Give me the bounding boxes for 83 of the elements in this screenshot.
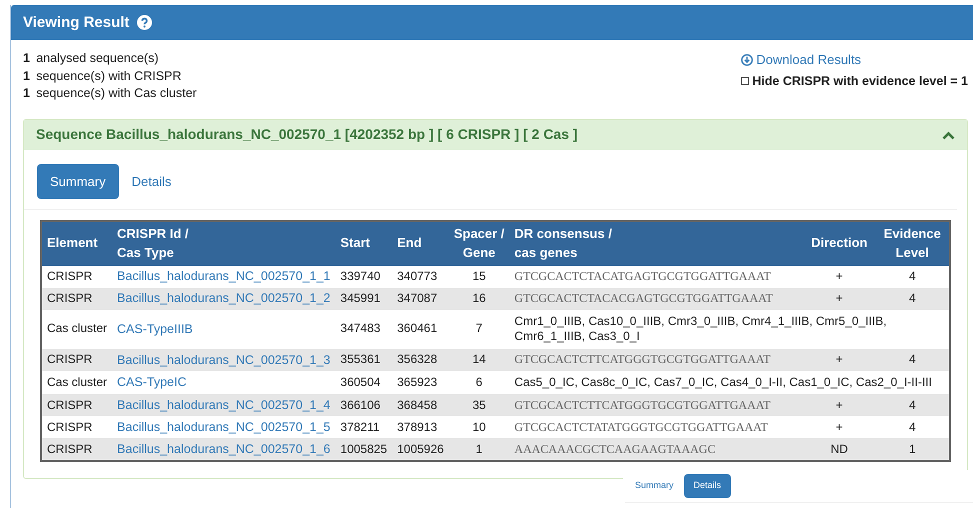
- tab[interactable]: Details: [118, 164, 184, 199]
- column-header: Spacer / Gene: [448, 222, 510, 266]
- table-cell: 356328: [392, 348, 449, 371]
- table-cell: CRISPR: [42, 266, 112, 288]
- column-header: Direction: [803, 222, 876, 266]
- tab[interactable]: Summary: [37, 164, 119, 199]
- table-cell: CRISPR: [42, 438, 112, 460]
- hide-checkbox[interactable]: [741, 76, 750, 85]
- table-cell: +: [803, 416, 876, 438]
- id-link[interactable]: Bacillus_halodurans_NC_002570_1_1: [117, 269, 330, 284]
- table-cell: 355361: [335, 348, 392, 371]
- table-cell: GTCGCACTCTACACGAGTGCGTGGATTGAAAT: [509, 288, 804, 310]
- column-header: Start: [335, 222, 392, 266]
- table-cell: +: [803, 348, 876, 371]
- download-icon: [741, 54, 754, 66]
- table-cell: 15: [448, 266, 510, 288]
- table-cell: 1: [448, 438, 510, 460]
- table-cell: Cas5_0_IC, Cas8c_0_IC, Cas7_0_IC, Cas4_0_I-II, Cas1_0_IC, Cas2_0_I-II-III: [509, 370, 949, 394]
- sequence-title: Sequence Bacillus_halodurans_NC_002570_1 [4202352 bp ] [ 6 CRISPR ] [ 2 Cas ]: [36, 125, 578, 144]
- table-cell: +: [803, 266, 876, 288]
- stat-count: 1: [23, 50, 30, 67]
- table-cell: 360461: [392, 310, 449, 349]
- help-icon[interactable]: [137, 15, 152, 30]
- table-cell: +: [803, 394, 876, 416]
- column-header: End: [392, 222, 449, 266]
- table-cell: 10: [448, 416, 510, 438]
- table-cell: 340773: [392, 266, 449, 288]
- stat-label: analysed sequence(s): [36, 50, 158, 67]
- table-cell: CRISPR: [42, 394, 112, 416]
- stat-label: sequence(s) with Cas cluster: [36, 85, 197, 102]
- stat-count: 1: [23, 85, 30, 102]
- table-cell: +: [803, 288, 876, 310]
- column-header: CRISPR Id / Cas Type: [112, 222, 336, 266]
- stat-count: 1: [23, 68, 30, 84]
- table-cell: ND: [803, 438, 876, 460]
- stat-label: sequence(s) with CRISPR: [36, 68, 182, 85]
- table-cell: Cmr1_0_IIIB, Cas10_0_IIIB, Cmr3_0_IIIB, Cmr4_1_IIIB, Cmr5_0_IIIB, Cmr6_1_IIIB, Cas3_0_I: [509, 310, 949, 349]
- table-cell: CRISPR: [42, 288, 112, 310]
- table-cell: 360504: [335, 370, 392, 394]
- id-link[interactable]: CAS-TypeIIIB: [117, 322, 193, 336]
- table-cell: 368458: [392, 394, 449, 416]
- table-cell: 347483: [335, 310, 392, 349]
- hide-option-label: Hide CRISPR with evidence level = 1: [752, 72, 968, 90]
- table-cell: CRISPR: [42, 348, 112, 371]
- table-cell: CRISPR: [42, 416, 112, 438]
- table-cell: 4: [876, 416, 949, 438]
- sequence-header[interactable]: Sequence Bacillus_halodurans_NC_002570_1 [4202352 bp ] [ 6 CRISPR ] [ 2 Cas ]: [24, 120, 967, 150]
- table-cell: GTCGCACTCTATATGGGTGCGTGGATTGAAAT: [509, 416, 804, 438]
- table-cell: 378211: [335, 416, 392, 438]
- table-cell: 6: [448, 370, 510, 394]
- table-cell: 4: [876, 394, 949, 416]
- table-cell: Cas cluster: [42, 310, 112, 349]
- table-cell: 1: [876, 438, 949, 460]
- tab[interactable]: Details: [684, 474, 732, 498]
- table-cell: 35: [448, 394, 510, 416]
- download-results-link[interactable]: Download Results: [741, 50, 862, 70]
- table-cell: 339740: [335, 266, 392, 288]
- column-header: Evidence Level: [876, 222, 949, 266]
- table-cell: GTCGCACTCTACATGAGTGCGTGGATTGAAAT: [509, 266, 804, 288]
- table-cell: GTCGCACTCTTCATGGGTGCGTGGATTGAAAT: [509, 394, 804, 416]
- table-cell: 366106: [335, 394, 392, 416]
- table-cell: 4: [876, 288, 949, 310]
- table-cell: 365923: [392, 370, 449, 394]
- table-cell: 4: [876, 266, 949, 288]
- table-cell: 347087: [392, 288, 449, 310]
- table-cell: 345991: [335, 288, 392, 310]
- table-cell: 4: [876, 348, 949, 371]
- column-header: Element: [42, 222, 112, 266]
- page-title: Viewing Result: [23, 14, 130, 32]
- table-cell: Cas cluster: [42, 370, 112, 394]
- table-cell: GTCGCACTCTTCATGGGTGCGTGGATTGAAAT: [509, 348, 804, 371]
- table-cell: 16: [448, 288, 510, 310]
- table-cell: AAACAAACGCTCAAGAAGTAAAGC: [509, 438, 804, 460]
- table-cell: 7: [448, 310, 510, 349]
- id-link[interactable]: CAS-TypeIC: [117, 375, 186, 390]
- tab[interactable]: Summary: [625, 474, 684, 498]
- id-link[interactable]: Bacillus_halodurans_NC_002570_1_5: [117, 420, 330, 434]
- table-cell: 14: [448, 348, 510, 371]
- collapse-icon[interactable]: [942, 130, 955, 140]
- table-cell: 1005926: [392, 438, 449, 460]
- table-cell: 1005825: [335, 438, 392, 460]
- column-header: DR consensus / cas genes: [509, 222, 804, 266]
- table-cell: 378913: [392, 416, 449, 438]
